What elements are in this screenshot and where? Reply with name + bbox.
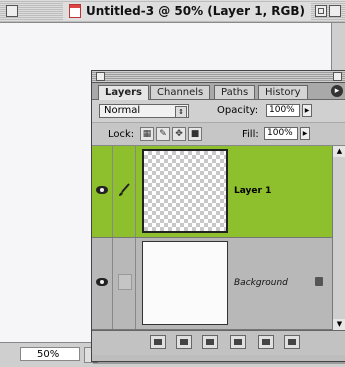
palette-close-icon[interactable] <box>96 72 105 81</box>
document-title: Untitled-3 @ 50% (Layer 1, RGB) <box>86 4 306 18</box>
close-box-icon[interactable] <box>6 5 18 17</box>
palette-tabs: Layers Channels Paths History ▸ <box>92 83 345 100</box>
layer-row-layer-1[interactable]: Layer 1 <box>92 146 332 238</box>
fill-arrow-icon[interactable]: ▶ <box>300 127 310 140</box>
layers-palette: Layers Channels Paths History ▸ Normal ⇕… <box>91 70 345 362</box>
layer-style-icon[interactable] <box>150 335 166 349</box>
layer-row-background[interactable]: Background <box>92 238 332 330</box>
tab-channels[interactable]: Channels <box>150 85 211 99</box>
tab-history[interactable]: History <box>258 85 308 99</box>
palette-title-bar[interactable] <box>92 71 345 83</box>
layer-thumbnail[interactable] <box>142 241 228 325</box>
fill-field[interactable]: 100% <box>264 127 298 140</box>
trash-icon[interactable] <box>284 335 300 349</box>
opacity-arrow-icon[interactable]: ▶ <box>302 104 312 117</box>
document-icon <box>69 4 81 18</box>
fill-label: Fill: <box>242 129 259 140</box>
layers-list: Layer 1 Background ▲ ▼ <box>92 146 345 330</box>
lock-label: Lock: <box>108 129 135 140</box>
layer-name[interactable]: Layer 1 <box>234 186 271 196</box>
lock-row: Lock: ▦ ✎ ✥ ■ Fill: 100% ▶ <box>92 122 345 146</box>
lock-paint-icon[interactable]: ✎ <box>156 127 170 141</box>
eye-icon[interactable] <box>96 186 108 194</box>
tab-layers[interactable]: Layers <box>98 85 149 100</box>
document-title-bar[interactable]: Untitled-3 @ 50% (Layer 1, RGB) <box>0 0 345 23</box>
zoom-field[interactable]: 50% <box>20 347 80 361</box>
link-cell[interactable] <box>113 238 136 329</box>
eye-icon[interactable] <box>96 278 108 286</box>
lock-transparency-icon[interactable]: ▦ <box>140 127 154 141</box>
mask-icon[interactable] <box>176 335 192 349</box>
blend-mode-select[interactable]: Normal ⇕ <box>99 104 189 118</box>
visibility-cell[interactable] <box>92 146 113 237</box>
scroll-up-arrow-icon[interactable]: ▲ <box>333 146 345 157</box>
collapse-box-icon[interactable] <box>329 5 341 17</box>
new-set-icon[interactable] <box>202 335 218 349</box>
adjustment-layer-icon[interactable] <box>230 335 246 349</box>
blend-options-row: Normal ⇕ Opacity: 100% ▶ <box>92 100 345 122</box>
link-box-icon <box>118 274 132 290</box>
blend-mode-value: Normal <box>104 105 141 116</box>
opacity-label: Opacity: <box>217 105 259 116</box>
document-title-wrap: Untitled-3 @ 50% (Layer 1, RGB) <box>63 2 312 20</box>
zoom-box-icon[interactable] <box>315 5 327 17</box>
edit-cell[interactable] <box>113 146 136 237</box>
opacity-field[interactable]: 100% <box>266 104 300 117</box>
paintbrush-icon <box>119 183 130 196</box>
visibility-cell[interactable] <box>92 238 113 329</box>
lock-icon <box>315 277 323 286</box>
tab-paths[interactable]: Paths <box>214 85 256 99</box>
new-layer-icon[interactable] <box>258 335 274 349</box>
layer-name[interactable]: Background <box>234 278 288 288</box>
layers-scrollbar[interactable]: ▲ ▼ <box>332 146 345 330</box>
palette-menu-icon[interactable]: ▸ <box>331 85 343 97</box>
layer-thumbnail[interactable] <box>142 149 228 233</box>
palette-collapse-icon[interactable] <box>333 72 342 81</box>
scroll-down-arrow-icon[interactable]: ▼ <box>333 319 345 330</box>
palette-footer <box>92 330 345 355</box>
lock-all-icon[interactable]: ■ <box>188 127 202 141</box>
select-arrows-icon: ⇕ <box>175 106 187 118</box>
lock-move-icon[interactable]: ✥ <box>172 127 186 141</box>
